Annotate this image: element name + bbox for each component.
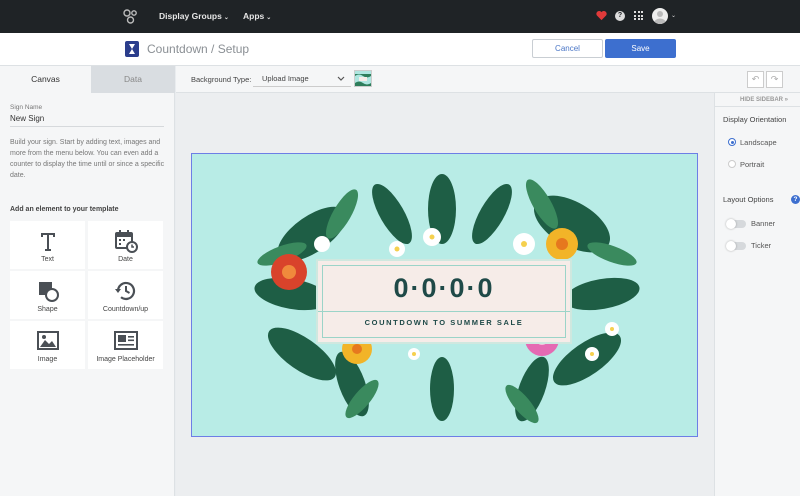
tile-date[interactable]: Date (88, 221, 163, 269)
chevron-down-icon: ⌄ (266, 15, 272, 21)
landscape-radio[interactable] (728, 138, 736, 146)
avatar[interactable] (652, 8, 668, 24)
image-icon (36, 331, 59, 350)
image-placeholder-icon (113, 331, 138, 350)
nav-display-groups-label: Display Groups (159, 11, 222, 21)
tile-shape[interactable]: Shape (10, 271, 85, 319)
hide-sidebar-button[interactable]: HIDE SIDEBAR » (715, 93, 800, 107)
tile-countdown[interactable]: Countdown/up (88, 271, 163, 319)
apps-grid-icon[interactable] (634, 11, 643, 20)
background-type-value: Upload Image (262, 74, 309, 83)
top-nav: Display Groups ⌄ Apps ⌄ ? ⌄ (0, 0, 800, 33)
hourglass-icon (125, 41, 139, 57)
portrait-radio[interactable] (728, 160, 736, 168)
display-orientation-heading: Display Orientation (723, 115, 787, 124)
shape-icon (38, 282, 59, 302)
tile-label: Image (37, 356, 58, 363)
right-sidebar: HIDE SIDEBAR » Display Orientation Lands… (714, 93, 800, 496)
calendar-clock-icon (114, 230, 138, 253)
nav-display-groups[interactable]: Display Groups ⌄ (159, 11, 229, 21)
tile-label: Shape (37, 306, 58, 313)
tile-label: Text (41, 256, 54, 263)
redo-icon[interactable]: ↷ (766, 71, 783, 88)
sign-canvas[interactable]: 0·0·0·0 COUNTDOWN TO SUMMER SALE (191, 153, 698, 437)
banner-label: Banner (751, 219, 776, 228)
nav-apps[interactable]: Apps ⌄ (243, 11, 271, 21)
text-icon (40, 233, 55, 251)
sign-name-label: Sign Name (10, 104, 43, 111)
background-type-label: Background Type: (191, 75, 252, 84)
undo-icon[interactable]: ↶ (747, 71, 764, 88)
layout-options-heading: Layout Options (723, 195, 774, 204)
nav-apps-label: Apps (243, 11, 265, 21)
countdown-digits: 0·0·0·0 (393, 273, 495, 303)
chevron-down-icon (337, 71, 345, 92)
sign-name-field[interactable]: New Sign (10, 114, 164, 127)
user-icon (654, 11, 666, 24)
app-logo-icon[interactable] (123, 9, 138, 24)
cancel-button[interactable]: Cancel (532, 39, 603, 58)
chevron-down-icon[interactable]: ⌄ (671, 12, 676, 19)
tile-text[interactable]: Text (10, 221, 85, 269)
chevron-down-icon: ⌄ (223, 15, 229, 21)
countdown-element[interactable]: 0·0·0·0 COUNTDOWN TO SUMMER SALE (316, 259, 572, 344)
title-bar: Countdown / Setup Cancel Save (0, 33, 800, 66)
tab-canvas[interactable]: Canvas (0, 66, 91, 93)
canvas-toolbar: Background Type: Upload Image ↶ ↷ (176, 66, 800, 93)
background-type-select[interactable]: Upload Image (253, 71, 351, 87)
landscape-label[interactable]: Landscape (740, 138, 777, 147)
heart-icon[interactable] (596, 10, 607, 21)
save-button[interactable]: Save (605, 39, 676, 58)
portrait-label[interactable]: Portrait (740, 160, 764, 169)
page-title: Countdown / Setup (147, 42, 250, 56)
tile-label: Image Placeholder (96, 356, 155, 363)
background-thumbnail[interactable] (354, 70, 372, 87)
tab-data[interactable]: Data (91, 66, 175, 93)
help-icon[interactable]: ? (791, 195, 800, 204)
tile-label: Countdown/up (102, 306, 149, 313)
divider (318, 311, 570, 312)
canvas-area: 0·0·0·0 COUNTDOWN TO SUMMER SALE (176, 93, 714, 496)
banner-toggle[interactable] (726, 219, 746, 229)
add-element-heading: Add an element to your template (10, 206, 119, 213)
tile-label: Date (118, 256, 133, 263)
help-icon[interactable]: ? (615, 11, 625, 21)
left-panel: Canvas Data Sign Name New Sign Build you… (0, 66, 175, 496)
ticker-label: Ticker (751, 241, 772, 250)
ticker-toggle[interactable] (726, 241, 746, 251)
history-clock-icon (114, 281, 135, 301)
help-text: Build your sign. Start by adding text, i… (10, 139, 165, 179)
tile-image[interactable]: Image (10, 321, 85, 369)
countdown-caption: COUNTDOWN TO SUMMER SALE (364, 318, 524, 327)
tile-image-placeholder[interactable]: Image Placeholder (88, 321, 163, 369)
